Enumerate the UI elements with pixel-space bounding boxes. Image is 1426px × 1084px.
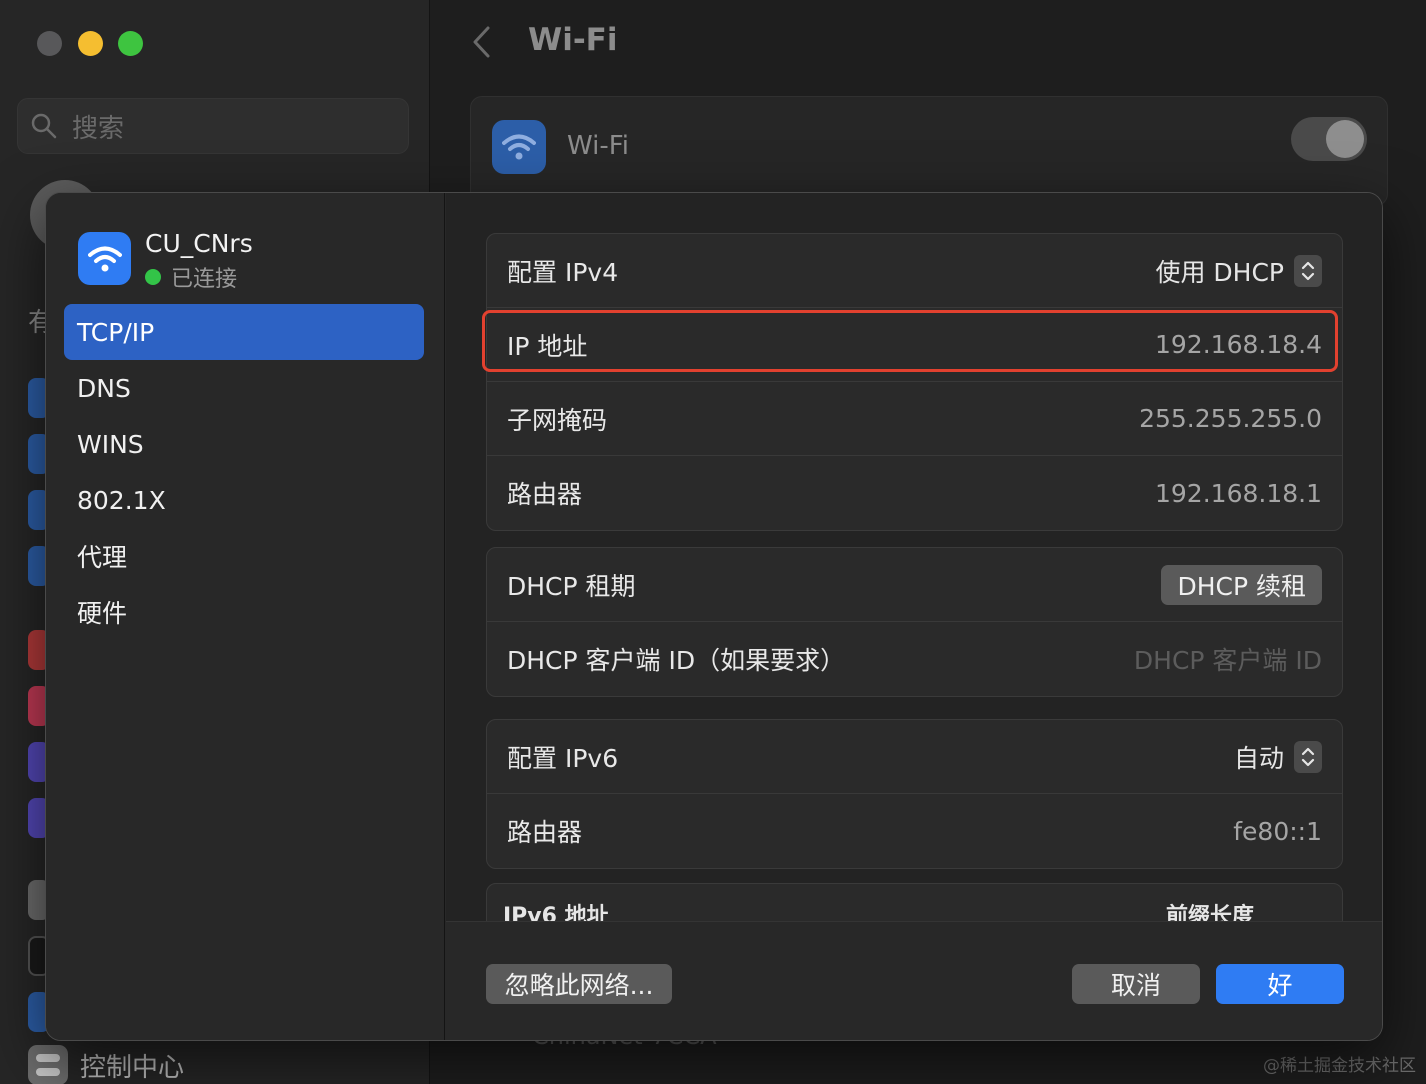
tab-dns[interactable]: DNS xyxy=(64,360,424,416)
network-name: CU_CNrs xyxy=(145,229,253,258)
wifi-icon xyxy=(78,232,131,285)
window-zoom-button[interactable] xyxy=(118,31,143,56)
dhcp-client-id-row: DHCP 客户端 ID（如果要求） DHCP 客户端 ID xyxy=(487,622,1342,696)
tab-8021x[interactable]: 802.1X xyxy=(64,472,424,528)
dhcp-lease-row: DHCP 租期 DHCP 续租 xyxy=(487,548,1342,622)
tab-proxy[interactable]: 代理 xyxy=(64,528,424,584)
sheet-nav: TCP/IP DNS WINS 802.1X 代理 硬件 xyxy=(64,304,424,640)
ip-address-row: IP 地址 192.168.18.4 xyxy=(487,308,1342,382)
router-value: 192.168.18.1 xyxy=(1155,478,1322,508)
configure-ipv4-row: 配置 IPv4 使用 DHCP xyxy=(487,234,1342,308)
dhcp-lease-label: DHCP 租期 xyxy=(507,571,636,601)
dhcp-client-id-input[interactable]: DHCP 客户端 ID xyxy=(1134,641,1322,677)
ip-address-label: IP 地址 xyxy=(507,331,588,361)
subnet-mask-value: 255.255.255.0 xyxy=(1139,404,1322,433)
configure-ipv6-row: 配置 IPv6 自动 xyxy=(487,720,1342,794)
router-label: 路由器 xyxy=(507,480,583,509)
watermark: @稀土掘金技术社区 xyxy=(1263,1056,1416,1076)
configure-ipv6-value: 自动 xyxy=(1233,743,1284,773)
ipv6-router-row: 路由器 fe80::1 xyxy=(487,794,1342,868)
configure-ipv4-popup[interactable]: 使用 DHCP xyxy=(1155,253,1322,289)
cancel-button[interactable]: 取消 xyxy=(1072,964,1200,1004)
sheet-sidebar: CU_CNrs 已连接 TCP/IP DNS WINS 802.1X 代理 硬件 xyxy=(46,193,445,1040)
ipv6-address-table-header: IPv6 地址 前缀长度 xyxy=(486,883,1343,921)
ok-button[interactable]: 好 xyxy=(1216,964,1344,1004)
tcpip-settings: 配置 IPv4 使用 DHCP IP 地址 192.168.18.4 子网掩码 … xyxy=(446,193,1382,921)
column-header-prefix-length[interactable]: 前缀长度 xyxy=(1166,898,1254,921)
renew-dhcp-lease-button[interactable]: DHCP 续租 xyxy=(1161,564,1322,605)
back-chevron-icon[interactable] xyxy=(470,24,494,60)
sheet-footer: 忽略此网络... 取消 好 xyxy=(446,921,1382,1040)
status-text: 已连接 xyxy=(171,267,238,292)
window-close-button[interactable] xyxy=(37,31,62,56)
search-field[interactable]: 搜索 xyxy=(17,98,409,154)
network-status: 已连接 xyxy=(145,261,237,293)
subnet-mask-row: 子网掩码 255.255.255.0 xyxy=(487,382,1342,456)
ipv6-group: 配置 IPv6 自动 路由器 fe80::1 xyxy=(486,719,1343,869)
chevron-up-down-icon xyxy=(1294,740,1322,773)
control-center-icon xyxy=(28,1045,68,1084)
configure-ipv4-label: 配置 IPv4 xyxy=(507,257,619,287)
ip-address-value: 192.168.18.4 xyxy=(1155,330,1322,359)
ipv6-router-value: fe80::1 xyxy=(1233,816,1322,846)
tab-wins[interactable]: WINS xyxy=(64,416,424,472)
page-title: Wi-Fi xyxy=(528,22,618,58)
configure-ipv6-label: 配置 IPv6 xyxy=(507,743,619,773)
tab-hardware[interactable]: 硬件 xyxy=(64,584,424,640)
sidebar-item-control-center[interactable]: 控制中心 xyxy=(28,1045,184,1084)
wifi-icon xyxy=(492,120,546,174)
sidebar-item-label: 控制中心 xyxy=(80,1052,185,1083)
subnet-mask-label: 子网掩码 xyxy=(507,405,608,435)
network-details-sheet: CU_CNrs 已连接 TCP/IP DNS WINS 802.1X 代理 硬件… xyxy=(45,192,1383,1041)
window-minimize-button[interactable] xyxy=(78,31,103,56)
wifi-toggle[interactable] xyxy=(1291,117,1367,161)
screen: 搜索 有 控制中心 Wi-Fi Wi-Fi @稀土掘金技术社区 CU_CNrs … xyxy=(0,0,1426,1084)
configure-ipv4-value: 使用 DHCP xyxy=(1155,257,1284,287)
wifi-card: Wi-Fi xyxy=(470,96,1388,206)
dhcp-group: DHCP 租期 DHCP 续租 DHCP 客户端 ID（如果要求） DHCP 客… xyxy=(486,547,1343,697)
chevron-up-down-icon xyxy=(1294,254,1322,287)
ipv6-router-label: 路由器 xyxy=(507,818,583,847)
search-placeholder: 搜索 xyxy=(72,113,125,144)
dhcp-client-id-label: DHCP 客户端 ID（如果要求） xyxy=(507,646,846,675)
connected-status-dot xyxy=(145,269,161,285)
forget-network-button[interactable]: 忽略此网络... xyxy=(486,964,672,1004)
tab-tcpip[interactable]: TCP/IP xyxy=(64,304,424,360)
column-header-ipv6-address[interactable]: IPv6 地址 xyxy=(503,898,609,921)
router-row: 路由器 192.168.18.1 xyxy=(487,456,1342,530)
search-icon xyxy=(31,113,57,139)
wifi-card-label: Wi-Fi xyxy=(567,131,630,161)
ipv4-group: 配置 IPv4 使用 DHCP IP 地址 192.168.18.4 子网掩码 … xyxy=(486,233,1343,531)
configure-ipv6-popup[interactable]: 自动 xyxy=(1234,739,1322,775)
